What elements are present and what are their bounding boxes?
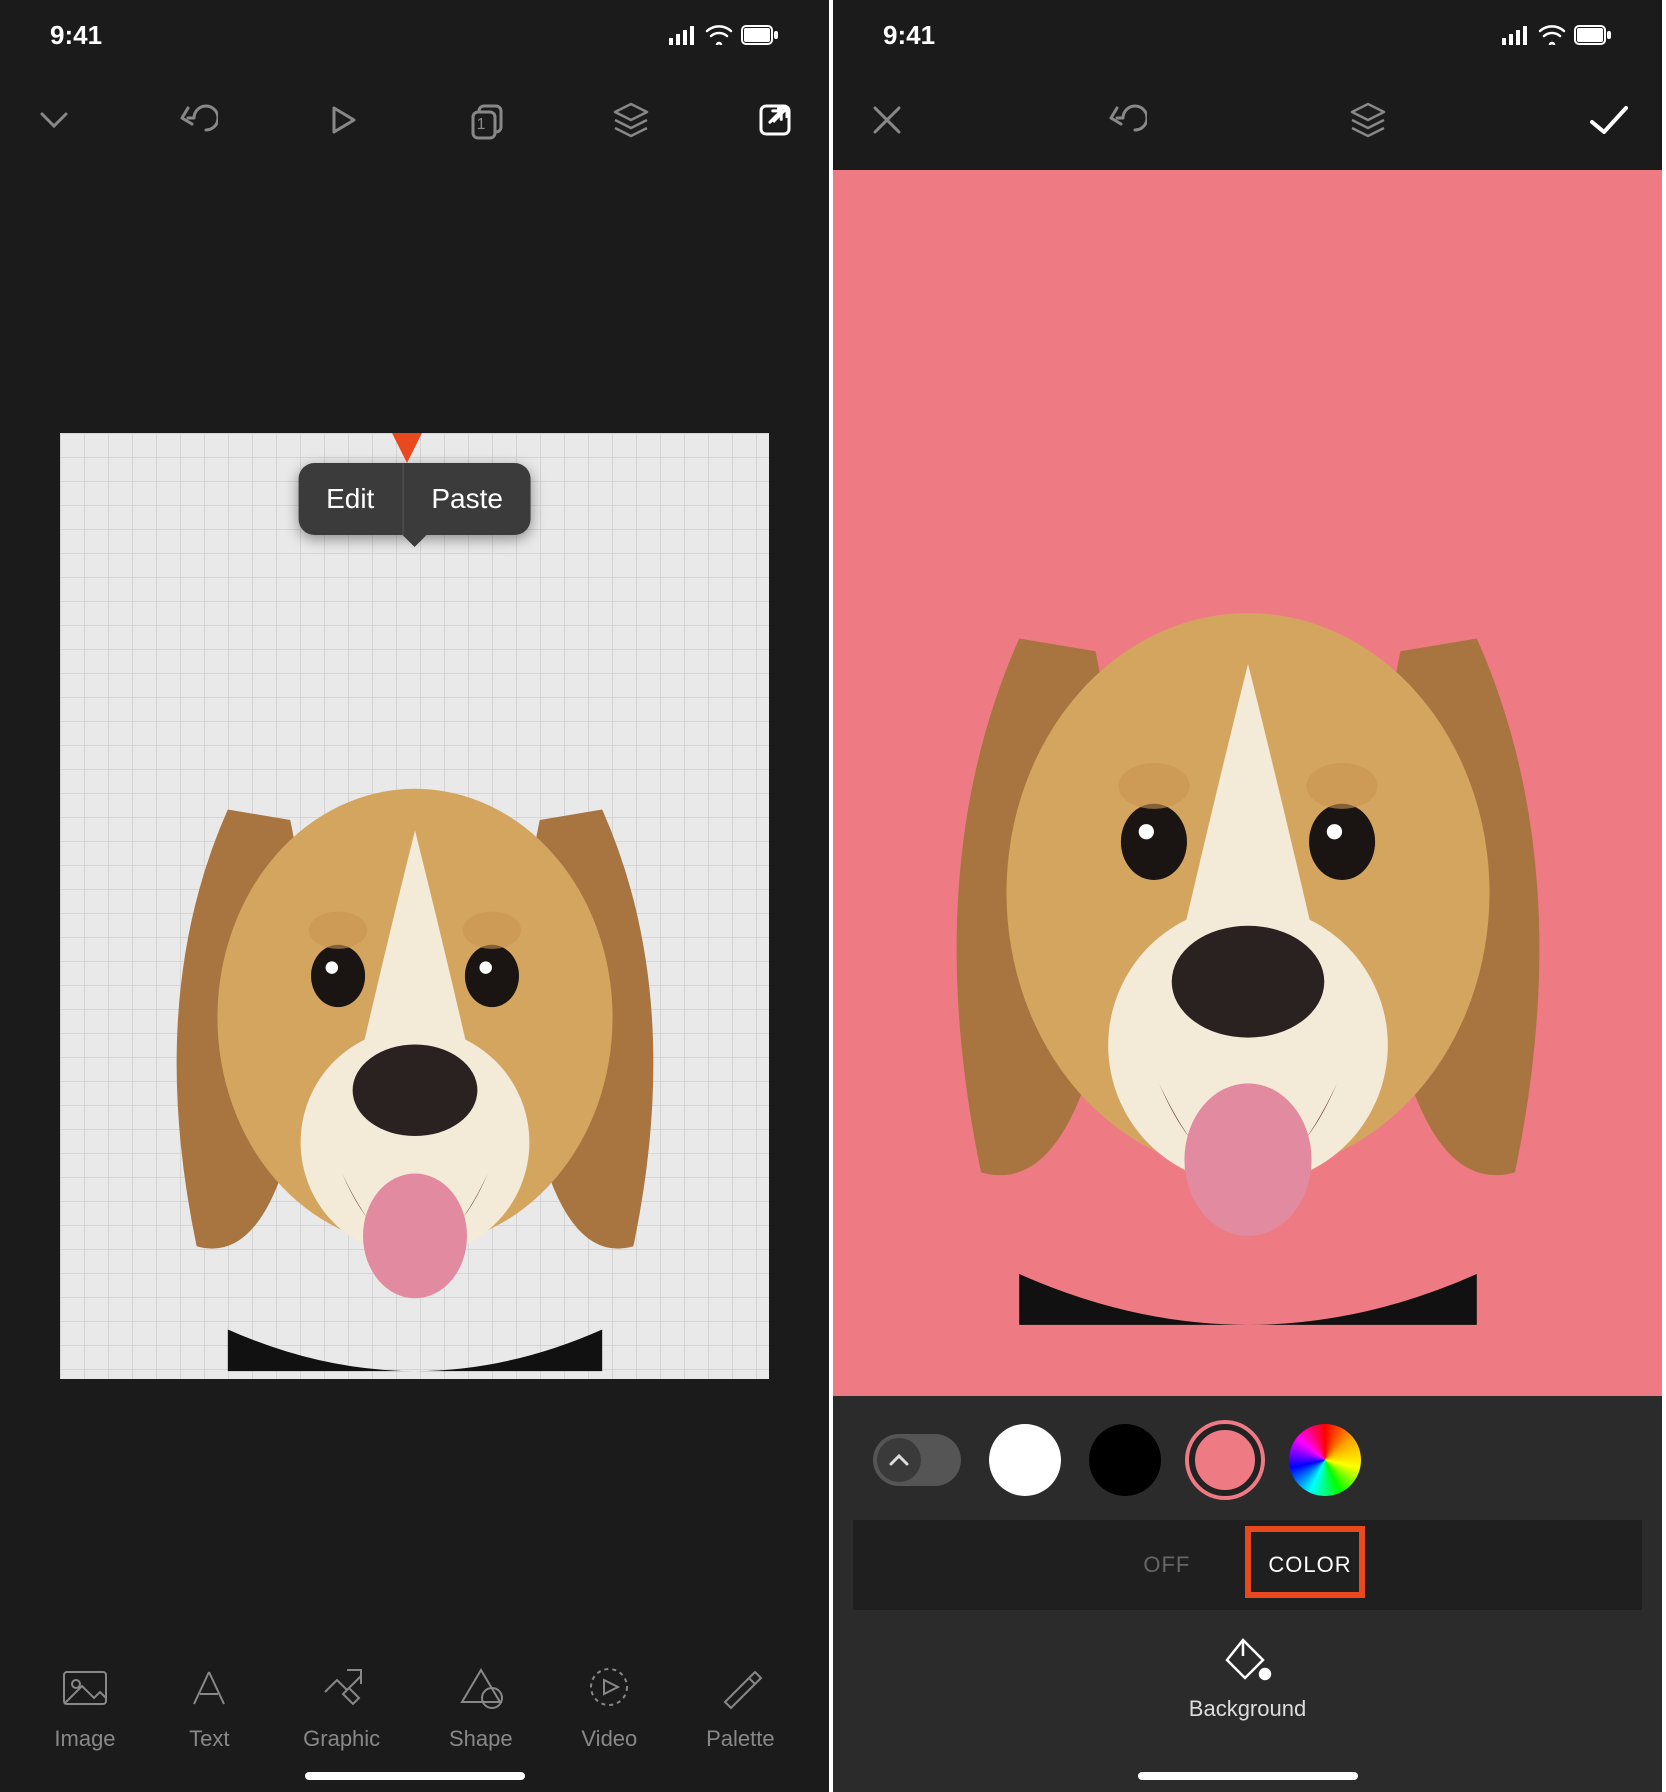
canvas-frame-transparent[interactable]: Edit Paste (60, 433, 769, 1378)
status-time: 9:41 (883, 20, 935, 51)
paint-bucket-icon (1223, 1634, 1273, 1684)
pages-count-badge: 1 (477, 116, 486, 134)
tool-palette-label: Palette (706, 1726, 775, 1752)
background-tool[interactable]: Background (853, 1610, 1642, 1782)
battery-icon (1574, 25, 1612, 45)
undo-icon (178, 100, 218, 140)
expand-toggle[interactable] (873, 1434, 961, 1486)
tool-shape-label: Shape (449, 1726, 513, 1752)
swatch-row (853, 1424, 1642, 1520)
home-indicator[interactable] (1138, 1772, 1358, 1780)
layers-button[interactable] (607, 96, 655, 144)
signal-icon (669, 25, 697, 45)
segment-color[interactable]: COLOR (1244, 1540, 1375, 1590)
status-icons (669, 25, 779, 45)
background-mode-segment: OFF COLOR (853, 1520, 1642, 1610)
swatch-black[interactable] (1089, 1424, 1161, 1496)
top-toolbar (833, 70, 1662, 170)
phone-left-editor: 9:41 1 (0, 0, 833, 1792)
swatch-white[interactable] (989, 1424, 1061, 1496)
chevron-up-icon (887, 1448, 911, 1472)
tool-palette[interactable]: Palette (706, 1662, 775, 1752)
export-icon (755, 100, 795, 140)
layers-icon (611, 100, 651, 140)
status-bar: 9:41 (0, 0, 829, 70)
wifi-icon (705, 25, 733, 45)
background-tool-label: Background (1189, 1696, 1306, 1722)
export-button[interactable] (751, 96, 799, 144)
close-button[interactable] (863, 96, 911, 144)
tool-image[interactable]: Image (54, 1662, 115, 1752)
edit-button[interactable]: Edit (298, 463, 402, 535)
top-toolbar: 1 (0, 70, 829, 170)
play-icon (324, 102, 360, 138)
tool-image-label: Image (54, 1726, 115, 1752)
wifi-icon (1538, 25, 1566, 45)
canvas-area[interactable]: Edit Paste (0, 170, 829, 1642)
close-icon (869, 102, 905, 138)
tool-text[interactable]: Text (184, 1662, 234, 1752)
tool-text-label: Text (189, 1726, 229, 1752)
layers-button[interactable] (1344, 96, 1392, 144)
subject-dog-image[interactable] (866, 440, 1629, 1396)
undo-button[interactable] (174, 96, 222, 144)
collapse-button[interactable] (30, 96, 78, 144)
tool-graphic[interactable]: Graphic (303, 1662, 380, 1752)
status-bar: 9:41 (833, 0, 1662, 70)
chevron-down-icon (34, 100, 74, 140)
signal-icon (1502, 25, 1530, 45)
undo-button[interactable] (1103, 96, 1151, 144)
paste-button[interactable]: Paste (402, 463, 531, 535)
status-icons (1502, 25, 1612, 45)
annotation-arrow (387, 433, 427, 468)
play-button[interactable] (318, 96, 366, 144)
home-indicator[interactable] (305, 1772, 525, 1780)
confirm-button[interactable] (1584, 96, 1632, 144)
battery-icon (741, 25, 779, 45)
tool-graphic-label: Graphic (303, 1726, 380, 1752)
context-popup: Edit Paste (298, 463, 531, 535)
swatch-color-wheel[interactable] (1289, 1424, 1361, 1496)
canvas-frame-color[interactable] (833, 170, 1662, 1396)
check-icon (1586, 98, 1630, 142)
background-color-panel: OFF COLOR Background (833, 1396, 1662, 1792)
phone-right-background-editor: 9:41 (833, 0, 1666, 1792)
bottom-toolbar: Image Text Graphic Shape Video Palette (0, 1642, 829, 1792)
tool-shape[interactable]: Shape (449, 1662, 513, 1752)
subject-dog-image[interactable] (103, 698, 727, 1379)
tool-video[interactable]: Video (581, 1662, 637, 1752)
layers-icon (1348, 100, 1388, 140)
pages-button[interactable]: 1 (463, 96, 511, 144)
undo-icon (1107, 100, 1147, 140)
segment-off[interactable]: OFF (1119, 1540, 1214, 1590)
swatch-pink-selected[interactable] (1189, 1424, 1261, 1496)
tool-video-label: Video (581, 1726, 637, 1752)
canvas-area[interactable] (833, 170, 1662, 1396)
pages-icon (467, 100, 507, 140)
status-time: 9:41 (50, 20, 102, 51)
